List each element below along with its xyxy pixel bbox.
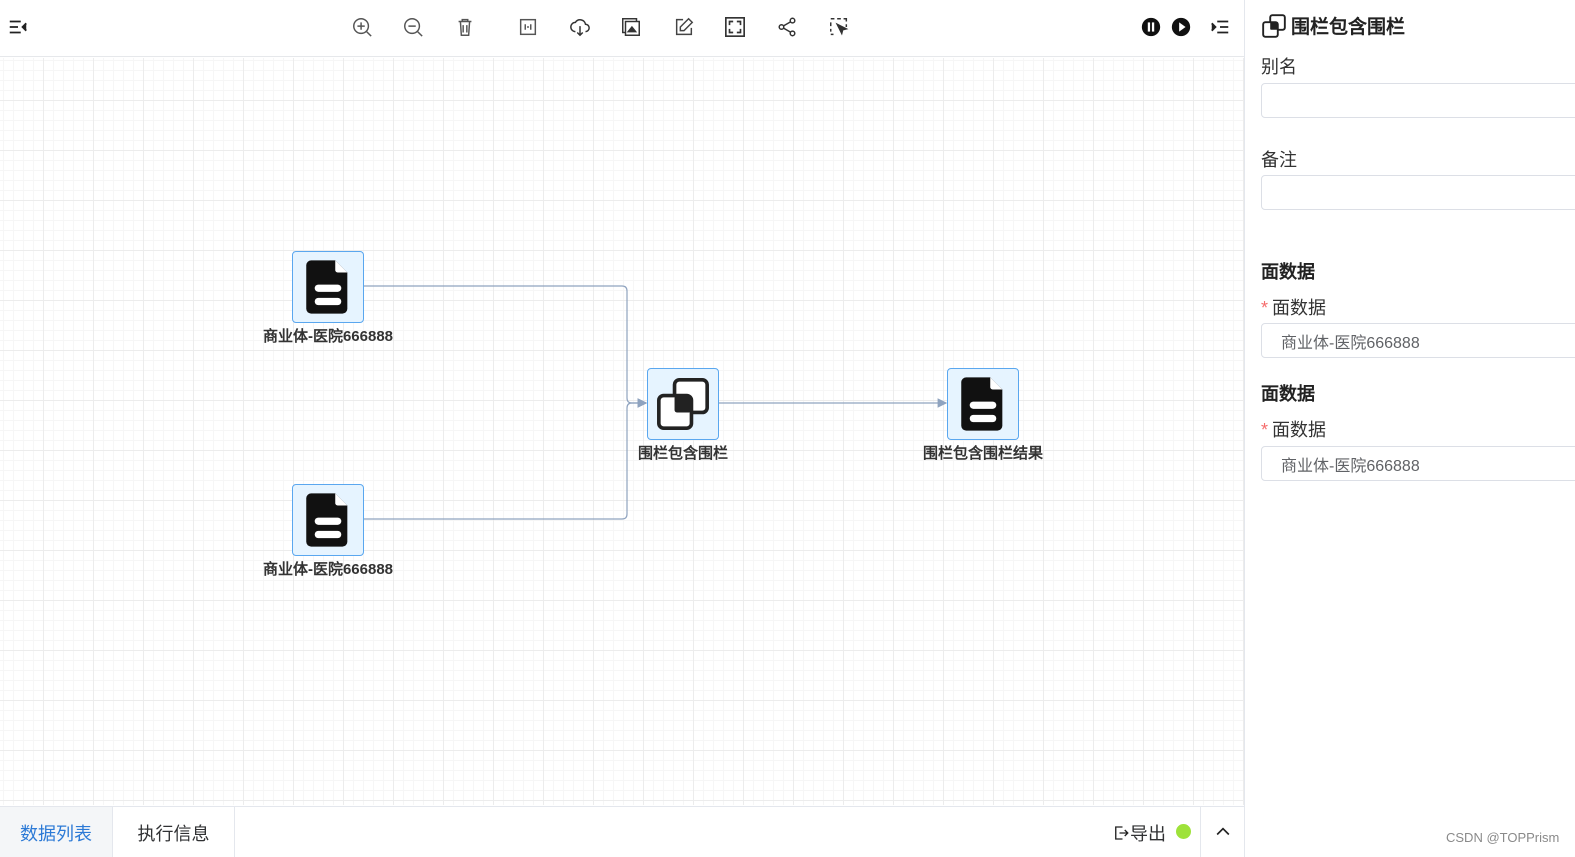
file-icon: [306, 260, 348, 314]
field-label-2-text: 面数据: [1272, 420, 1327, 440]
export-button[interactable]: 导出: [1112, 821, 1166, 845]
polygon-data-select-1[interactable]: 商业体-医院666888: [1261, 323, 1575, 358]
field-label-1-text: 面数据: [1272, 298, 1327, 318]
field-label-1: * 面数据: [1261, 294, 1326, 320]
play-icon[interactable]: [1169, 15, 1193, 39]
node-label-source-1: 商业体-医院666888: [262, 328, 394, 345]
required-mark: *: [1261, 298, 1269, 318]
select-icon[interactable]: [827, 15, 851, 39]
node-label-operator: 围栏包含围栏: [637, 445, 728, 462]
export-label: 导出: [1130, 824, 1166, 844]
panel-title-text: 围栏包含围栏: [1291, 17, 1406, 38]
node-result[interactable]: [947, 368, 1019, 440]
zoom-out-icon[interactable]: [401, 15, 425, 39]
status-indicator: [1176, 824, 1191, 839]
menu-fold-icon[interactable]: [6, 15, 30, 39]
field-label-2: * 面数据: [1261, 416, 1326, 442]
indent-icon[interactable]: [1208, 15, 1232, 39]
node-source-2[interactable]: [292, 484, 364, 556]
properties-panel: 围栏包含围栏 别名 备注 面数据 * 面数据 商业体-医院666888 面数据 *…: [1244, 0, 1575, 857]
delete-icon[interactable]: [453, 15, 477, 39]
chevron-up-icon: [1216, 826, 1229, 835]
cloud-download-icon[interactable]: [568, 15, 592, 39]
required-mark: *: [1261, 420, 1269, 440]
share-icon[interactable]: [775, 15, 799, 39]
node-operator[interactable]: [647, 368, 719, 440]
app-root: 商业体-医院666888 商业体-医院666888 围栏包含围栏 围栏包含围栏结…: [0, 0, 1575, 857]
section-title-2: 面数据: [1261, 384, 1315, 404]
section-title-1: 面数据: [1261, 262, 1315, 282]
collapse-button[interactable]: [1200, 806, 1244, 857]
alias-input[interactable]: [1261, 83, 1575, 118]
file-icon: [306, 493, 348, 547]
watermark: CSDN @TOPPrism: [1446, 830, 1560, 845]
logout-icon: [1115, 826, 1129, 840]
zoom-in-icon[interactable]: [350, 15, 374, 39]
panel-title: 围栏包含围栏: [1261, 12, 1405, 39]
toolbar: [0, 0, 1244, 57]
polygon-data-select-2[interactable]: 商业体-医院666888: [1261, 446, 1575, 481]
alias-label: 别名: [1261, 57, 1297, 77]
edit-icon[interactable]: [672, 15, 696, 39]
flow-canvas[interactable]: 商业体-医院666888 商业体-医院666888 围栏包含围栏 围栏包含围栏结…: [0, 58, 1244, 805]
overlap-squares-icon: [1262, 13, 1286, 38]
node-label-result: 围栏包含围栏结果: [922, 445, 1043, 462]
node-source-1[interactable]: [292, 251, 364, 323]
overlap-squares-icon: [657, 378, 709, 430]
remark-label: 备注: [1261, 150, 1297, 170]
bottom-bar: 数据列表 执行信息 导出: [0, 806, 1244, 857]
remark-input[interactable]: [1261, 175, 1575, 210]
fit-icon[interactable]: [516, 15, 540, 39]
tab-data-list[interactable]: 数据列表: [0, 807, 113, 857]
node-label-source-2: 商业体-医院666888: [262, 561, 394, 578]
file-icon: [961, 377, 1003, 431]
export-image-icon[interactable]: [619, 15, 643, 39]
tab-exec-info[interactable]: 执行信息: [113, 807, 235, 857]
fullscreen-icon[interactable]: [723, 15, 747, 39]
flow-edges: [362, 285, 948, 520]
pause-icon[interactable]: [1139, 15, 1163, 39]
